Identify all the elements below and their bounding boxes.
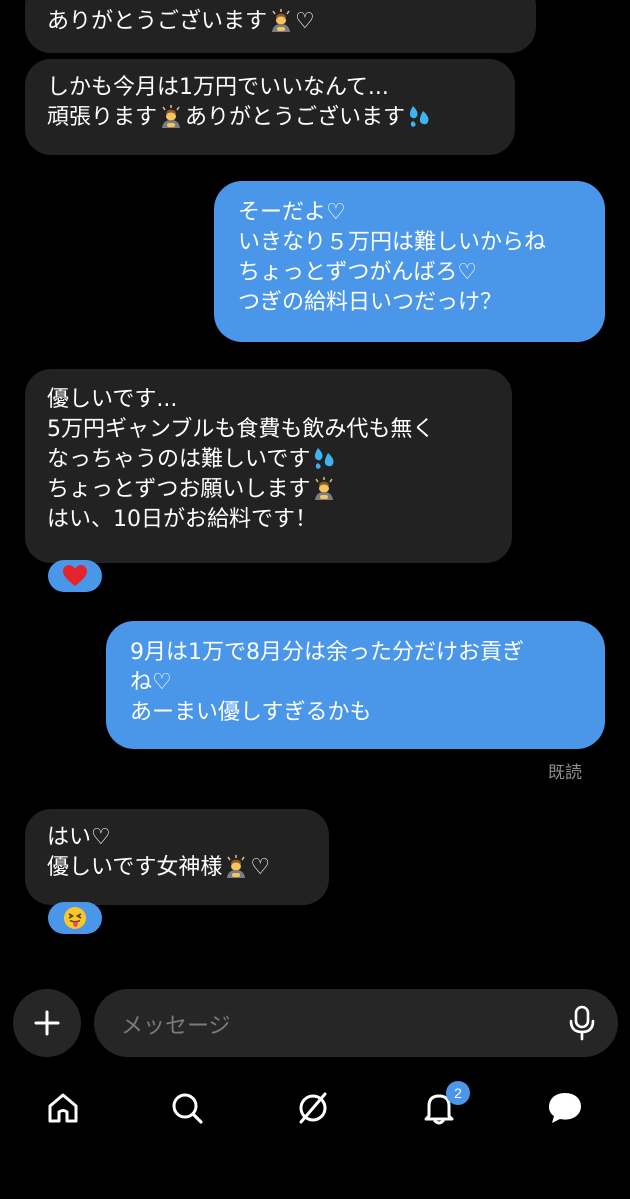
explore-icon xyxy=(299,1092,327,1124)
incoming-message-bubble[interactable]: 優しいです... 5万円ギャンブルも食費も飲み代も無く なっちゃうのは難しいです… xyxy=(25,369,512,563)
message-input[interactable]: メッセージ xyxy=(94,989,618,1057)
message-text: はい♡ xyxy=(47,825,111,850)
message-text: ちょっとずつがんばろ♡ xyxy=(238,260,478,285)
sweat-droplets-emoji-icon xyxy=(407,104,433,128)
message-text: 頑張ります xyxy=(47,105,158,130)
message-text: ちょっとずつお願いします xyxy=(47,477,311,502)
message-input-placeholder: メッセージ xyxy=(121,1014,231,1039)
message-text: ありがとうございます xyxy=(185,105,406,130)
plus-icon xyxy=(34,1010,60,1036)
message-composer: メッセージ xyxy=(0,986,630,1058)
microphone-icon[interactable] xyxy=(568,1005,596,1041)
message-text: 9月は1万で8月分は余った分だけお貢ぎ xyxy=(130,640,524,665)
message-text: 優しいです... xyxy=(47,387,178,412)
message-text: あーまい優しすぎるかも xyxy=(130,700,372,725)
heart-reaction-badge[interactable] xyxy=(48,560,102,592)
message-text: 5万円ギャンブルも食費も飲み代も無く xyxy=(47,417,435,442)
message-text: はい、10日がお給料です！ xyxy=(47,507,317,532)
bowing-person-emoji-icon xyxy=(312,476,336,500)
add-attachment-button[interactable] xyxy=(13,989,81,1057)
search-icon xyxy=(172,1093,203,1124)
bowing-person-emoji-icon xyxy=(269,8,293,32)
incoming-message-bubble[interactable]: しかも今月は1万円でいいなんて... 頑張ります ありがとうございます xyxy=(25,59,515,155)
tongue-face-reaction-badge[interactable] xyxy=(48,902,102,934)
sweat-droplets-emoji-icon xyxy=(312,446,338,470)
squinting-tongue-face-icon xyxy=(64,907,86,929)
message-text: そーだよ♡ xyxy=(238,200,346,225)
nav-home[interactable] xyxy=(43,1088,83,1128)
message-text: いきなり５万円は難しいからね xyxy=(238,230,547,255)
message-text: しかも今月は1万円でいいなんて... xyxy=(47,75,389,100)
incoming-message-bubble[interactable]: はい♡ 優しいです女神様 ♡ xyxy=(25,809,329,905)
incoming-message-bubble[interactable]: ありがとうございます ♡ xyxy=(25,0,536,53)
home-icon xyxy=(48,1093,78,1123)
message-text: ね♡ xyxy=(130,670,172,695)
nav-search[interactable] xyxy=(167,1088,207,1128)
red-heart-icon xyxy=(63,565,87,586)
outgoing-message-bubble[interactable]: 9月は1万で8月分は余った分だけお貢ぎ ね♡ あーまい優しすぎるかも xyxy=(106,621,605,749)
message-text: なっちゃうのは難しいです xyxy=(47,447,311,472)
message-text: ありがとうございます xyxy=(47,9,268,34)
message-text: ♡ xyxy=(295,9,315,34)
nav-explore[interactable] xyxy=(293,1088,333,1128)
bottom-navigation xyxy=(0,1078,630,1138)
outgoing-message-bubble[interactable]: そーだよ♡ いきなり５万円は難しいからね ちょっとずつがんばろ♡ つぎの給料日い… xyxy=(214,181,605,342)
chat-bubble-icon xyxy=(549,1093,581,1123)
message-text: つぎの給料日いつだっけ？ xyxy=(238,290,503,315)
read-receipt: 既読 xyxy=(548,763,582,783)
notification-count-badge: 2 xyxy=(446,1081,470,1105)
bowing-person-emoji-icon xyxy=(224,854,248,878)
message-text: ♡ xyxy=(250,855,271,880)
message-text: 優しいです女神様 xyxy=(47,855,223,880)
bowing-person-emoji-icon xyxy=(159,104,183,128)
nav-messages[interactable] xyxy=(545,1088,585,1128)
